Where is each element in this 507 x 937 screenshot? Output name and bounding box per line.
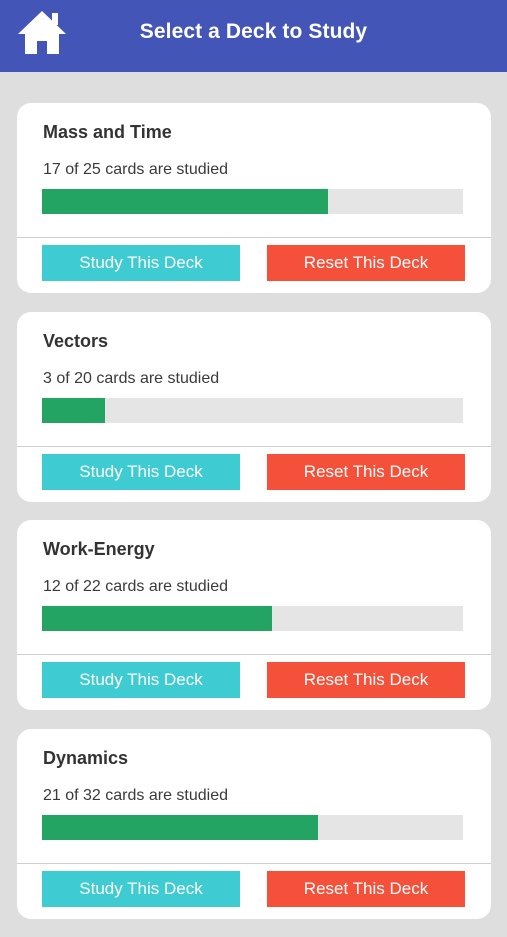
- deck-title: Dynamics: [43, 747, 129, 768]
- card-divider: [17, 445, 491, 447]
- reset-deck-button[interactable]: Reset This Deck: [267, 453, 465, 490]
- progress-bar-fill: [42, 606, 272, 631]
- card-divider: [17, 237, 491, 238]
- deck-progress-text: 3 of 20 cards are studied: [43, 369, 220, 387]
- card-divider: [17, 654, 491, 655]
- card-divider: [17, 862, 491, 864]
- deck-list: Mass and Time 17 of 25 cards are studied…: [17, 103, 491, 937]
- deck-card: Dynamics 21 of 32 cards are studied Stud…: [17, 728, 491, 919]
- deck-progress-text: 21 of 32 cards are studied: [43, 786, 229, 804]
- deck-card: Mass and Time 17 of 25 cards are studied…: [17, 103, 491, 293]
- app-header: Select a Deck to Study: [0, 0, 507, 72]
- progress-bar: [42, 189, 463, 214]
- study-deck-button[interactable]: Study This Deck: [42, 662, 240, 698]
- progress-bar-fill: [42, 189, 329, 214]
- progress-bar: [42, 814, 463, 840]
- deck-title: Work-Energy: [43, 539, 155, 559]
- progress-bar: [42, 397, 463, 423]
- deck-card: Work-Energy 12 of 22 cards are studied S…: [17, 520, 491, 710]
- study-deck-button[interactable]: Study This Deck: [42, 870, 240, 907]
- deck-title: Vectors: [43, 330, 109, 351]
- progress-bar-fill: [42, 814, 319, 840]
- study-deck-button[interactable]: Study This Deck: [42, 245, 240, 281]
- reset-deck-button[interactable]: Reset This Deck: [267, 245, 465, 281]
- deck-card: Vectors 3 of 20 cards are studied Study …: [17, 311, 491, 502]
- progress-bar-fill: [42, 397, 106, 423]
- page-title: Select a Deck to Study: [139, 20, 368, 43]
- deck-title: Mass and Time: [43, 122, 172, 142]
- deck-progress-text: 12 of 22 cards are studied: [43, 578, 229, 595]
- reset-deck-button[interactable]: Reset This Deck: [267, 662, 465, 698]
- study-deck-button[interactable]: Study This Deck: [42, 453, 240, 490]
- deck-progress-text: 17 of 25 cards are studied: [43, 161, 229, 178]
- reset-deck-button[interactable]: Reset This Deck: [267, 870, 465, 907]
- progress-bar: [42, 606, 463, 631]
